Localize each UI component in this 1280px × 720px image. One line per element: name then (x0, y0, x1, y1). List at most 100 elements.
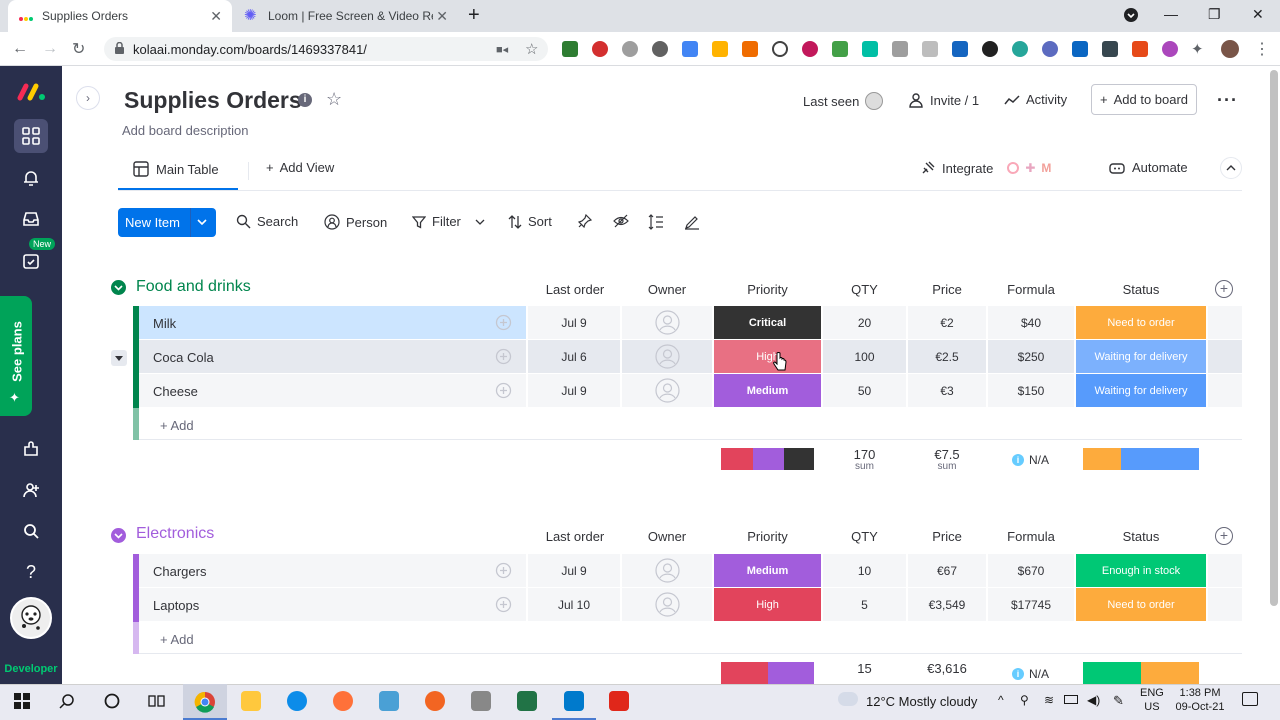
app-icon[interactable] (471, 691, 491, 711)
acrobat-icon[interactable] (609, 691, 629, 711)
tab-search-icon[interactable] (1124, 8, 1138, 22)
edge-icon[interactable] (287, 691, 307, 711)
column-header-owner[interactable]: Owner (622, 529, 712, 544)
monday-logo-icon[interactable] (17, 80, 47, 104)
invite-button[interactable]: Invite / 1 (908, 92, 979, 108)
owner-cell[interactable] (622, 374, 712, 407)
add-to-board-button[interactable]: + Add to board (1091, 84, 1198, 115)
vscode-taskbar-button[interactable] (552, 684, 596, 720)
qty-cell[interactable]: 5 (823, 588, 906, 621)
status-label[interactable]: Waiting for delivery (1076, 340, 1206, 373)
page-scrollbar[interactable] (1270, 70, 1278, 606)
item-name[interactable]: Laptops (153, 598, 199, 613)
price-cell[interactable]: €3 (908, 374, 986, 407)
board-description[interactable]: Add board description (122, 123, 248, 138)
add-column-icon[interactable]: + (1215, 527, 1233, 545)
last-order-cell[interactable]: Jul 10 (528, 588, 620, 621)
color-pen-icon[interactable] (684, 214, 700, 230)
row-height-icon[interactable] (648, 214, 664, 230)
translate-icon[interactable] (682, 41, 698, 57)
search-button[interactable]: Search (236, 214, 298, 229)
add-update-icon[interactable] (495, 562, 512, 579)
see-plans-button[interactable]: See plans ✦ (0, 296, 32, 416)
status-label[interactable]: Need to order (1076, 588, 1206, 621)
integrate-button[interactable]: Integrate ✚ M (920, 160, 1051, 176)
extension-icon[interactable] (1012, 41, 1028, 57)
apps-puzzle-icon[interactable] (19, 437, 43, 461)
status-label[interactable]: Waiting for delivery (1076, 374, 1206, 407)
priority-summary-bar[interactable] (721, 448, 814, 470)
user-avatar[interactable] (10, 597, 52, 639)
chevron-down-icon[interactable] (197, 219, 207, 225)
priority-label[interactable]: Medium (714, 374, 821, 407)
group-title[interactable]: Food and drinks (136, 278, 251, 296)
column-header-last-order[interactable]: Last order (530, 529, 620, 544)
group-collapse-icon[interactable] (111, 280, 126, 295)
taskbar-search-icon[interactable] (59, 693, 75, 709)
price-cell[interactable]: €2.5 (908, 340, 986, 373)
close-tab-icon[interactable]: ✕ (436, 8, 448, 25)
column-header-qty[interactable]: QTY (823, 529, 906, 544)
github-icon[interactable] (982, 41, 998, 57)
extension-icon[interactable] (562, 41, 578, 57)
wifi-icon[interactable]: ≋ (1044, 693, 1054, 707)
last-order-cell[interactable]: Jul 9 (528, 306, 620, 339)
table-row[interactable]: Milk Jul 9 Critical 20 €2 $40 Need to or… (133, 306, 1242, 340)
network-icon[interactable]: ⚲ (1020, 693, 1029, 707)
column-header-priority[interactable]: Priority (714, 529, 821, 544)
item-name[interactable]: Cheese (153, 384, 198, 399)
item-name[interactable]: Chargers (153, 564, 206, 579)
clock[interactable]: 1:38 PM 09-Oct-21 (1170, 687, 1230, 713)
collapse-header-button[interactable] (1220, 157, 1242, 179)
extension-icon[interactable] (832, 41, 848, 57)
hide-eye-icon[interactable] (613, 214, 629, 228)
column-header-qty[interactable]: QTY (823, 282, 906, 297)
activity-button[interactable]: Activity (1004, 92, 1067, 107)
extension-icon[interactable] (622, 41, 638, 57)
new-tab-button[interactable]: + (468, 4, 480, 27)
column-header-status[interactable]: Status (1076, 282, 1206, 297)
back-icon[interactable]: ← (12, 40, 28, 58)
priority-label[interactable]: Critical (714, 306, 821, 339)
extension-icon[interactable] (922, 41, 938, 57)
chevron-up-tray-icon[interactable]: ^ (998, 693, 1004, 707)
extension-icon[interactable] (742, 41, 758, 57)
add-update-icon[interactable] (495, 382, 512, 399)
item-name[interactable]: Milk (153, 316, 176, 331)
price-cell[interactable]: €67 (908, 554, 986, 587)
chrome-menu-icon[interactable]: ⋮ (1254, 39, 1270, 59)
pen-icon[interactable]: ✎ (1113, 693, 1124, 709)
firefox-icon[interactable] (333, 691, 353, 711)
status-summary-bar[interactable] (1083, 448, 1199, 470)
board-info-icon[interactable]: i (298, 93, 312, 107)
status-label[interactable]: Need to order (1076, 306, 1206, 339)
owner-cell[interactable] (622, 554, 712, 587)
qty-cell[interactable]: 20 (823, 306, 906, 339)
browser-tab-supplies[interactable]: Supplies Orders ✕ (8, 0, 232, 32)
workspace-grid-button[interactable] (14, 119, 48, 153)
excel-icon[interactable] (517, 691, 537, 711)
qty-cell[interactable]: 50 (823, 374, 906, 407)
extension-icon[interactable] (592, 41, 608, 57)
app-icon[interactable] (425, 691, 445, 711)
invite-members-icon[interactable] (19, 478, 43, 502)
browser-tab-loom[interactable]: ✺ Loom | Free Screen & Video Reco ✕ (234, 0, 458, 32)
search-everything-icon[interactable] (19, 519, 43, 543)
zoom-icon[interactable] (772, 41, 788, 57)
add-view-button[interactable]: + Add View (266, 160, 334, 175)
group-title[interactable]: Electronics (136, 525, 214, 543)
column-header-owner[interactable]: Owner (622, 282, 712, 297)
automate-button[interactable]: Automate (1108, 160, 1188, 175)
sort-button[interactable]: Sort (508, 214, 552, 229)
extensions-puzzle-icon[interactable]: ✦ (1191, 40, 1204, 58)
column-header-formula[interactable]: Formula (988, 529, 1074, 544)
close-tab-icon[interactable]: ✕ (210, 8, 222, 25)
last-order-cell[interactable]: Jul 9 (528, 554, 620, 587)
priority-label[interactable]: Medium (714, 554, 821, 587)
battery-icon[interactable] (1064, 695, 1078, 704)
close-window-icon[interactable]: ✕ (1252, 6, 1264, 23)
camera-icon[interactable]: ■◂ (496, 43, 508, 56)
extension-icon[interactable] (802, 41, 818, 57)
reload-icon[interactable]: ↻ (72, 39, 85, 59)
profile-avatar-icon[interactable] (1221, 40, 1239, 58)
